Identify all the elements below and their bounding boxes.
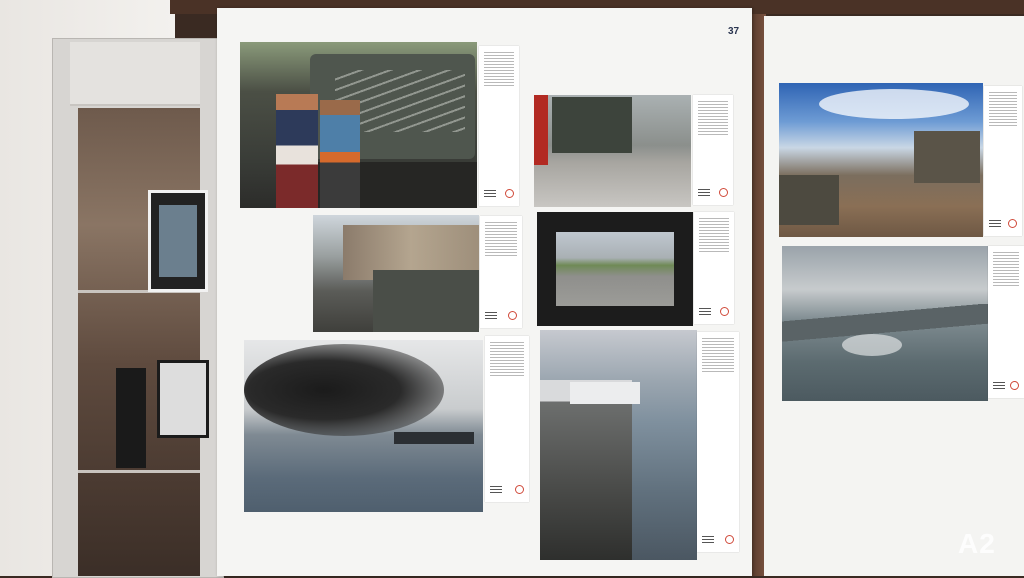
- cabinet-shelf: [78, 470, 200, 473]
- photo-tank-in-street: [534, 95, 691, 207]
- photo-caption-card: [697, 332, 739, 552]
- watermark: A2: [958, 528, 996, 559]
- photo-caption-card: [694, 212, 734, 324]
- photo-caption-card: [479, 46, 519, 206]
- photo-caption-card: [988, 246, 1024, 398]
- photo-tanks-in-town-square: [313, 215, 479, 332]
- photo-caption-card: [485, 336, 529, 502]
- photo-caption-card: [984, 86, 1022, 236]
- dark-object: [116, 368, 146, 468]
- photo-beach-vehicles: [779, 83, 983, 237]
- photo-road-with-trees: [537, 212, 693, 326]
- photo-soldiers-on-wreck: [782, 246, 988, 401]
- cabinet-glass: [78, 108, 200, 576]
- framed-picture: [148, 190, 208, 292]
- photo-caption-card: [480, 216, 522, 328]
- panel-number: 37: [728, 26, 740, 37]
- cabinet-top: [70, 42, 200, 106]
- framed-picture: [157, 360, 209, 438]
- photo-smoke-over-water: [244, 340, 483, 512]
- photo-landing-craft: [540, 330, 697, 560]
- photo-girls-writing-on-tank: [240, 42, 477, 208]
- photo-caption-card: [693, 95, 733, 205]
